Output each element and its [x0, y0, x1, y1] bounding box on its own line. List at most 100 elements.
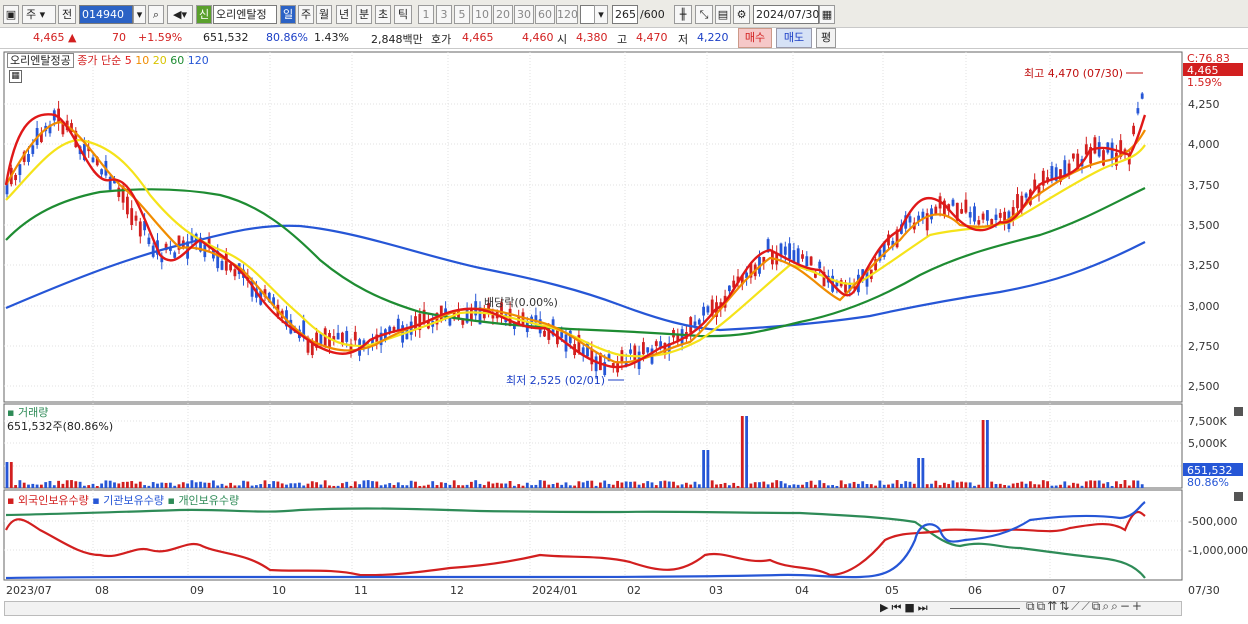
volume-bar: [418, 485, 422, 488]
bid-price: 4,460: [522, 31, 554, 44]
candle-body: [1063, 160, 1067, 176]
volume-bar: [1063, 481, 1067, 488]
candle-body: [414, 316, 417, 330]
volume-bar: [908, 481, 912, 488]
volume-bar: [328, 485, 331, 488]
candle-body: [147, 237, 151, 245]
sell-button[interactable]: 매도: [776, 28, 812, 48]
volume-bar: [173, 485, 177, 488]
volume-bar: [323, 480, 327, 488]
date-input[interactable]: 2024/07/30: [753, 5, 819, 24]
volume-bar: [1037, 484, 1041, 488]
volume-bar: [1127, 485, 1131, 488]
period-second-button[interactable]: 초: [375, 5, 391, 24]
period-week-button[interactable]: 주: [298, 5, 314, 24]
volume-bar: [986, 420, 989, 488]
period-tick-button[interactable]: 틱: [394, 5, 412, 24]
open-label: 시: [557, 33, 568, 46]
stock-name-field[interactable]: 오리엔탈정: [213, 5, 277, 24]
volume-bar: [513, 485, 516, 488]
eval-button[interactable]: 평: [816, 28, 836, 48]
volume-bar: [581, 482, 585, 488]
count-input[interactable]: 265: [612, 5, 638, 24]
volume-bar: [409, 480, 413, 488]
volume-bar: [431, 481, 435, 488]
candle-body: [968, 212, 972, 218]
candle-body: [818, 261, 822, 269]
volume-bar: [22, 482, 26, 488]
volume-bar: [594, 485, 598, 488]
period-minute-button[interactable]: 분: [356, 5, 372, 24]
search-icon[interactable]: ⌕: [148, 5, 164, 24]
volume-bar: [100, 483, 103, 488]
volume-bar: [977, 484, 981, 488]
window-menu-icon[interactable]: ▣: [3, 5, 19, 24]
interval-60-button[interactable]: 60: [535, 5, 555, 24]
interval-5-button[interactable]: 5: [454, 5, 470, 24]
volume-bar: [762, 481, 766, 488]
buy-button[interactable]: 매수: [738, 28, 772, 48]
volume-bar: [452, 480, 456, 488]
candle-body: [654, 341, 658, 347]
sound-icon[interactable]: ◀▾: [167, 5, 193, 24]
volume-bar: [994, 484, 998, 488]
volume-bar: [61, 483, 65, 488]
market-button[interactable]: 전: [58, 5, 76, 24]
volume-bar: [1020, 481, 1024, 488]
interval-3-button[interactable]: 3: [436, 5, 452, 24]
zoom-slider[interactable]: [950, 601, 1020, 616]
candle-body: [908, 216, 912, 223]
calendar-icon[interactable]: ▦: [819, 5, 835, 24]
candle-body: [1072, 153, 1075, 159]
gear-icon[interactable]: ⚙: [733, 5, 750, 24]
y-tick: 3,500: [1188, 219, 1220, 232]
volume-bar: [620, 482, 624, 488]
x-tick: 06: [968, 584, 982, 597]
legend-stock-name[interactable]: 오리엔탈정공: [7, 53, 74, 68]
interval-dropdown-icon[interactable]: ▾: [594, 5, 608, 24]
volume-bar: [332, 485, 336, 488]
period-month-button[interactable]: 월: [316, 5, 332, 24]
candle-body: [706, 306, 710, 313]
volume-bar: [250, 485, 254, 488]
draw-tool-icon[interactable]: ⤡: [695, 5, 713, 24]
candle-type-icon[interactable]: ╫: [674, 5, 692, 24]
chart-area: C:76.83 4,250 4,000 3,750 3,500 3,250 3,…: [0, 50, 1248, 621]
candle-body: [31, 145, 35, 154]
volume-bar: [981, 420, 985, 488]
volume-bar: [474, 480, 478, 488]
save-icon[interactable]: ▤: [715, 5, 731, 24]
y-tick: 4,250: [1188, 98, 1220, 111]
holding-legend: ▪ 외국인보유수량 ▪ 기관보유수량 ▪ 개인보유수량: [7, 494, 240, 507]
holding-close-icon[interactable]: [1234, 492, 1243, 501]
volume-bar: [525, 482, 529, 488]
interval-1-button[interactable]: 1: [418, 5, 434, 24]
interval-20-button[interactable]: 20: [493, 5, 513, 24]
count-total: /600: [640, 8, 665, 21]
x-tick: 10: [272, 584, 286, 597]
interval-120-button[interactable]: 120: [556, 5, 578, 24]
interval-30-button[interactable]: 30: [514, 5, 534, 24]
scroll-nav-buttons[interactable]: ▶⏮■⏭: [880, 601, 946, 616]
table-icon[interactable]: ▦: [9, 70, 22, 83]
x-tick: 05: [885, 584, 899, 597]
volume-close-icon[interactable]: [1234, 407, 1243, 416]
volume-bar: [947, 483, 951, 488]
volume-bar: [904, 481, 908, 488]
period-year-button[interactable]: 년: [336, 5, 352, 24]
credit-badge: 신: [196, 5, 212, 24]
period-day-button[interactable]: 일: [280, 5, 296, 24]
volume-bar: [87, 485, 91, 488]
y-tick: 3,250: [1188, 259, 1220, 272]
code-dropdown-icon[interactable]: ▾: [133, 5, 146, 24]
period-type-select[interactable]: 주 ▾: [22, 5, 56, 24]
code-input[interactable]: 014940: [79, 5, 133, 24]
interval-10-button[interactable]: 10: [472, 5, 492, 24]
bottom-tool-icons[interactable]: ⧉⧉⇈⇅⟋⟋⧉⌕⌕−+: [1026, 599, 1246, 615]
candle-body: [138, 221, 142, 237]
candle-body: [302, 320, 306, 336]
candle-body: [594, 356, 598, 372]
volume-bar: [607, 483, 611, 488]
volume-bar: [113, 482, 116, 488]
candle-body: [964, 199, 968, 213]
